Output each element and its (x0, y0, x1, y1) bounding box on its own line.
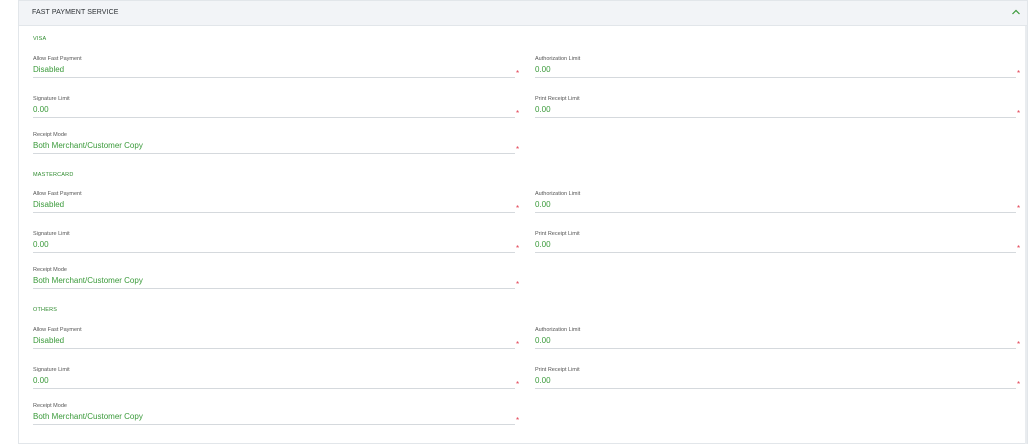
required-marker: * (516, 416, 520, 425)
field-value[interactable]: 0.00 (33, 105, 49, 114)
field-label: Receipt Mode (33, 132, 67, 138)
required-marker: * (516, 69, 520, 78)
field-underline (33, 388, 515, 389)
required-marker: * (516, 280, 520, 289)
field-value[interactable]: 0.00 (33, 376, 49, 385)
required-marker: * (516, 380, 520, 389)
panel-title: FAST PAYMENT SERVICE (32, 9, 119, 16)
chevron-up-icon[interactable] (1011, 8, 1021, 16)
field-value[interactable]: Both Merchant/Customer Copy (33, 141, 143, 150)
field-underline (33, 424, 515, 425)
panel-header[interactable]: FAST PAYMENT SERVICE (19, 1, 1027, 26)
field-underline (33, 77, 515, 78)
field-underline (33, 288, 515, 289)
section-title-visa: VISA (33, 36, 47, 42)
required-marker: * (516, 204, 520, 213)
field-value[interactable]: 0.00 (535, 376, 551, 385)
field-label: Print Receipt Limit (535, 367, 580, 373)
field-underline (33, 212, 515, 213)
required-marker: * (516, 244, 520, 253)
field-label: Authorization Limit (535, 327, 581, 333)
field-value[interactable]: Both Merchant/Customer Copy (33, 412, 143, 421)
field-label: Signature Limit (33, 367, 70, 373)
field-value[interactable]: Disabled (33, 336, 64, 345)
field-underline (535, 388, 1016, 389)
field-label: Print Receipt Limit (535, 231, 580, 237)
scrollbar[interactable] (1025, 26, 1027, 444)
field-underline (33, 117, 515, 118)
field-label: Signature Limit (33, 231, 70, 237)
field-label: Allow Fast Payment (33, 327, 82, 333)
field-value[interactable]: 0.00 (535, 200, 551, 209)
required-marker: * (1017, 244, 1021, 253)
field-underline (535, 117, 1016, 118)
field-value[interactable]: 0.00 (535, 65, 551, 74)
fast-payment-service-panel: FAST PAYMENT SERVICE VISA Allow Fast Pay… (18, 0, 1028, 444)
required-marker: * (1017, 340, 1021, 349)
required-marker: * (516, 109, 520, 118)
required-marker: * (1017, 204, 1021, 213)
required-marker: * (516, 145, 520, 154)
field-label: Receipt Mode (33, 403, 67, 409)
field-label: Print Receipt Limit (535, 96, 580, 102)
field-underline (535, 252, 1016, 253)
field-value[interactable]: Disabled (33, 65, 64, 74)
field-label: Authorization Limit (535, 191, 581, 197)
section-title-others: OTHERS (33, 307, 58, 313)
required-marker: * (1017, 109, 1021, 118)
field-underline (535, 348, 1016, 349)
field-underline (535, 212, 1016, 213)
field-label: Allow Fast Payment (33, 191, 82, 197)
field-value[interactable]: 0.00 (535, 336, 551, 345)
field-underline (33, 153, 515, 154)
required-marker: * (1017, 69, 1021, 78)
field-value[interactable]: Both Merchant/Customer Copy (33, 276, 143, 285)
required-marker: * (516, 340, 520, 349)
field-underline (535, 77, 1016, 78)
required-marker: * (1017, 380, 1021, 389)
field-value[interactable]: 0.00 (33, 240, 49, 249)
field-label: Receipt Mode (33, 267, 67, 273)
field-label: Allow Fast Payment (33, 56, 82, 62)
field-underline (33, 348, 515, 349)
field-value[interactable]: 0.00 (535, 240, 551, 249)
field-value[interactable]: Disabled (33, 200, 64, 209)
field-label: Signature Limit (33, 96, 70, 102)
field-value[interactable]: 0.00 (535, 105, 551, 114)
field-label: Authorization Limit (535, 56, 581, 62)
field-underline (33, 252, 515, 253)
section-title-mastercard: MASTERCARD (33, 172, 74, 178)
